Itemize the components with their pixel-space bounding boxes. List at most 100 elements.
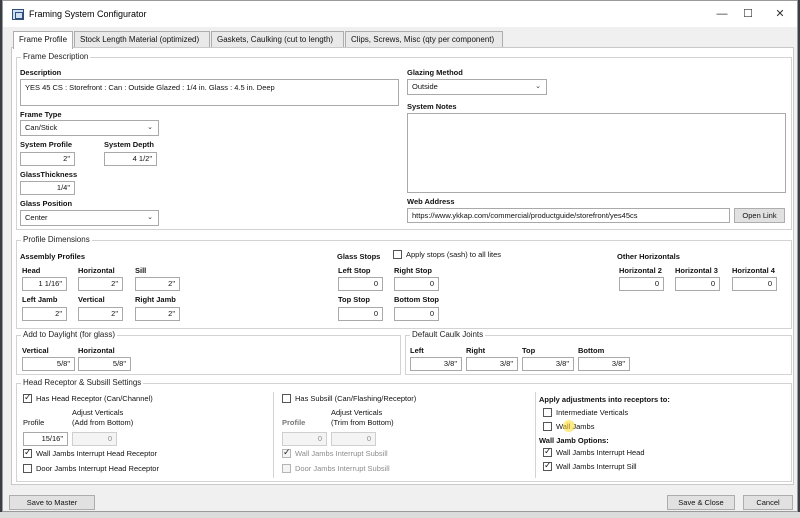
system-depth-input[interactable]: 4 1/2" [104, 152, 157, 166]
cancel-button[interactable]: Cancel [743, 495, 793, 510]
add-from-bottom-label: (Add from Bottom) [72, 418, 134, 427]
horizontal3-input[interactable]: 0 [675, 277, 720, 291]
glazing-method-select[interactable]: Outside ⌄ [407, 79, 547, 95]
has-head-receptor-label: Has Head Receptor (Can/Channel) [36, 394, 153, 403]
open-link-button[interactable]: Open Link [734, 208, 785, 223]
system-profile-input[interactable]: 2" [20, 152, 75, 166]
caulk-left-input[interactable]: 3/8" [410, 357, 462, 371]
glass-position-label: Glass Position [20, 199, 73, 208]
right-stop-input[interactable]: 0 [394, 277, 439, 291]
frame-profile-panel: Frame Description Description YES 45 CS … [11, 47, 794, 485]
horizontal4-label: Horizontal 4 [732, 266, 775, 275]
vertical-input[interactable]: 2" [78, 307, 123, 321]
checkbox-box[interactable] [543, 422, 552, 431]
add-to-daylight-group: Add to Daylight (for glass) Vertical 5/8… [16, 330, 401, 375]
caulk-right-input[interactable]: 3/8" [466, 357, 518, 371]
subsill-adjust-verticals-label: Adjust Verticals [331, 408, 383, 417]
checkbox-box[interactable] [23, 464, 32, 473]
frame-type-select[interactable]: Can/Stick ⌄ [20, 120, 159, 136]
save-close-button[interactable]: Save & Close [667, 495, 735, 510]
subsill-adjust-verticals-input[interactable]: 0 [331, 432, 376, 446]
left-jamb-input[interactable]: 2" [22, 307, 67, 321]
close-button[interactable]: ✕ [764, 1, 796, 27]
receptor-settings-title: Head Receptor & Subsill Settings [21, 378, 144, 387]
tab-gaskets-caulking[interactable]: Gaskets, Caulking (cut to length) [211, 31, 344, 48]
title-bar: Framing System Configurator — ☐ ✕ [3, 1, 797, 27]
sill-label: Sill [135, 266, 147, 275]
tab-frame-profile[interactable]: Frame Profile [13, 31, 73, 49]
web-address-input[interactable]: https://www.ykkap.com/commercial/product… [407, 208, 730, 223]
intermediate-verticals-checkbox[interactable]: Intermediate Verticals [543, 408, 628, 417]
save-to-master-button[interactable]: Save to Master [9, 495, 95, 510]
horizontal4-input[interactable]: 0 [732, 277, 777, 291]
caulk-bottom-input[interactable]: 3/8" [578, 357, 630, 371]
frame-type-value: Can/Stick [25, 123, 58, 132]
caulk-top-input[interactable]: 3/8" [522, 357, 574, 371]
head-receptor-profile-input[interactable]: 15/16" [23, 432, 68, 446]
wall-jambs-interrupt-head-checkbox[interactable]: Wall Jambs Interrupt Head [543, 446, 645, 457]
checkbox-box[interactable] [282, 447, 291, 458]
checkbox-box[interactable] [543, 408, 552, 417]
apply-stops-checkbox[interactable]: Apply stops (sash) to all lites [393, 250, 501, 259]
subsill-profile-label: Profile [282, 418, 306, 427]
bottom-stop-input[interactable]: 0 [394, 307, 439, 321]
wall-jambs-interrupt-head-label: Wall Jambs Interrupt Head [556, 448, 645, 457]
door-jambs-head-receptor-checkbox[interactable]: Door Jambs Interrupt Head Receptor [23, 464, 159, 473]
tab-clips-screws-misc[interactable]: Clips, Screws, Misc (qty per component) [345, 31, 503, 48]
wall-jambs-head-receptor-label: Wall Jambs Interrupt Head Receptor [36, 449, 158, 458]
has-subsill-checkbox[interactable]: Has Subsill (Can/Flashing/Receptor) [282, 394, 416, 403]
has-subsill-label: Has Subsill (Can/Flashing/Receptor) [295, 394, 417, 403]
checkbox-box[interactable] [23, 447, 32, 458]
head-profile-label: Profile [23, 418, 45, 427]
add-to-daylight-title: Add to Daylight (for glass) [21, 330, 118, 339]
caulk-right-label: Right [466, 346, 486, 355]
checkbox-box[interactable] [543, 446, 552, 457]
checkbox-box[interactable] [393, 250, 402, 259]
apply-stops-label: Apply stops (sash) to all lites [406, 250, 502, 259]
left-stop-label: Left Stop [338, 266, 371, 275]
right-jamb-input[interactable]: 2" [135, 307, 180, 321]
chevron-down-icon: ⌄ [147, 124, 153, 131]
door-jambs-subsill-label: Door Jambs Interrupt Subsill [295, 464, 390, 473]
caulk-bottom-label: Bottom [578, 346, 605, 355]
subsill-profile-input[interactable]: 0 [282, 432, 327, 446]
has-head-receptor-checkbox[interactable]: Has Head Receptor (Can/Channel) [23, 392, 153, 403]
head-input[interactable]: 1 1/16" [22, 277, 67, 291]
glass-thickness-label: GlassThickness [20, 170, 78, 179]
wall-jambs-label: Wall Jambs [556, 422, 595, 431]
head-adjust-verticals-input[interactable]: 0 [72, 432, 117, 446]
wall-jambs-interrupt-sill-label: Wall Jambs Interrupt Sill [556, 462, 637, 471]
window-title: Framing System Configurator [29, 9, 147, 19]
checkbox-box[interactable] [543, 460, 552, 471]
door-jambs-subsill-checkbox[interactable]: Door Jambs Interrupt Subsill [282, 464, 390, 473]
wall-jambs-subsill-checkbox[interactable]: Wall Jambs Interrupt Subsill [282, 447, 388, 458]
caulk-joints-title: Default Caulk Joints [410, 330, 486, 339]
system-notes-field[interactable] [407, 113, 786, 193]
divider [535, 392, 536, 478]
frame-type-label: Frame Type [20, 110, 62, 119]
checkbox-box[interactable] [282, 394, 291, 403]
daylight-vertical-input[interactable]: 5/8" [22, 357, 75, 371]
horizontal-label: Horizontal [78, 266, 115, 275]
left-stop-input[interactable]: 0 [338, 277, 383, 291]
glass-position-select[interactable]: Center ⌄ [20, 210, 159, 226]
horizontal2-input[interactable]: 0 [619, 277, 664, 291]
profile-dimensions-group: Profile Dimensions Assembly Profiles Hea… [16, 235, 792, 329]
horizontal-input[interactable]: 2" [78, 277, 123, 291]
description-field[interactable]: YES 45 CS : Storefront : Can : Outside G… [20, 79, 399, 106]
daylight-horizontal-input[interactable]: 5/8" [78, 357, 131, 371]
system-depth-label: System Depth [104, 140, 155, 149]
tab-stock-length-material[interactable]: Stock Length Material (optimized) [74, 31, 210, 48]
sill-input[interactable]: 2" [135, 277, 180, 291]
checkbox-box[interactable] [282, 464, 291, 473]
maximize-button[interactable]: ☐ [732, 1, 764, 27]
app-icon [12, 9, 24, 20]
wall-jambs-interrupt-sill-checkbox[interactable]: Wall Jambs Interrupt Sill [543, 460, 637, 471]
wall-jambs-head-receptor-checkbox[interactable]: Wall Jambs Interrupt Head Receptor [23, 447, 158, 458]
frame-description-group: Frame Description Description YES 45 CS … [16, 52, 792, 230]
checkbox-box[interactable] [23, 392, 32, 403]
other-horizontals-label: Other Horizontals [617, 252, 680, 261]
glass-thickness-input[interactable]: 1/4" [20, 181, 75, 195]
description-label: Description [20, 68, 62, 77]
top-stop-input[interactable]: 0 [338, 307, 383, 321]
